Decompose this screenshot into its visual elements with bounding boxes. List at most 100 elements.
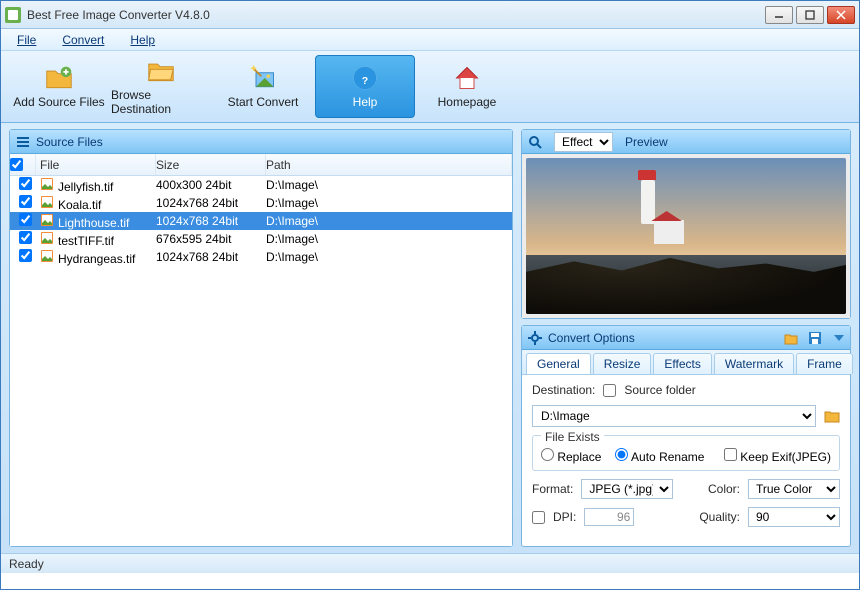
replace-radio[interactable] — [541, 448, 554, 461]
save-options-icon[interactable] — [808, 331, 822, 345]
file-name: Lighthouse.tif — [58, 216, 129, 230]
add-source-files-button[interactable]: Add Source Files — [9, 55, 109, 118]
format-label: Format: — [532, 482, 573, 496]
toolbar-label: Start Convert — [228, 95, 299, 109]
gear-icon — [528, 331, 542, 345]
magnifier-icon — [528, 135, 542, 149]
row-checkbox[interactable] — [19, 231, 32, 244]
file-name: Jellyfish.tif — [58, 180, 113, 194]
status-text: Ready — [9, 557, 44, 571]
preview-image — [522, 154, 850, 318]
keep-exif-checkbox[interactable] — [724, 448, 737, 461]
effect-select[interactable]: Effect — [554, 132, 613, 152]
menu-convert[interactable]: Convert — [52, 31, 114, 49]
replace-radio-label[interactable]: Replace — [541, 448, 601, 464]
table-row[interactable]: Jellyfish.tif 400x300 24bitD:\Image\ — [10, 176, 512, 194]
dpi-input[interactable] — [584, 508, 634, 526]
svg-text:?: ? — [362, 75, 368, 87]
list-icon — [16, 135, 30, 149]
menu-help[interactable]: Help — [120, 31, 165, 49]
auto-rename-radio-label[interactable]: Auto Rename — [615, 448, 704, 464]
file-name: Hydrangeas.tif — [58, 252, 135, 266]
file-exists-legend: File Exists — [541, 430, 604, 444]
color-label: Color: — [708, 482, 740, 496]
file-size: 400x300 24bit — [156, 178, 266, 192]
statusbar: Ready — [1, 553, 859, 573]
panel-title: Convert Options — [548, 331, 635, 345]
destination-label: Destination: — [532, 383, 595, 397]
table-row[interactable]: Lighthouse.tif 1024x768 24bitD:\Image\ — [10, 212, 512, 230]
maximize-button[interactable] — [796, 6, 824, 24]
wand-image-icon — [249, 64, 277, 92]
table-row[interactable]: testTIFF.tif676x595 24bitD:\Image\ — [10, 230, 512, 248]
col-size[interactable]: Size — [156, 154, 266, 175]
panel-title: Source Files — [36, 135, 103, 149]
tab-resize[interactable]: Resize — [593, 353, 652, 374]
menubar: File Convert Help — [1, 29, 859, 51]
dpi-checkbox[interactable] — [532, 511, 545, 524]
close-button[interactable] — [827, 6, 855, 24]
window-title: Best Free Image Converter V4.8.0 — [27, 8, 765, 22]
file-size: 1024x768 24bit — [156, 214, 266, 228]
file-size: 1024x768 24bit — [156, 250, 266, 264]
folder-plus-icon — [45, 64, 73, 92]
file-path: D:\Image\ — [266, 250, 512, 264]
file-path: D:\Image\ — [266, 214, 512, 228]
source-files-panel: Source Files File Size Path Jellyfish.ti… — [9, 129, 513, 547]
file-size: 1024x768 24bit — [156, 196, 266, 210]
toolbar: Add Source Files Browse Destination Star… — [1, 51, 859, 123]
homepage-button[interactable]: Homepage — [417, 55, 517, 118]
preview-label: Preview — [625, 135, 668, 149]
titlebar: Best Free Image Converter V4.8.0 — [1, 1, 859, 29]
toolbar-label: Browse Destination — [111, 88, 211, 116]
quality-select[interactable]: 90 — [748, 507, 840, 527]
quality-label: Quality: — [699, 510, 740, 524]
folder-open-icon — [147, 57, 175, 85]
file-path: D:\Image\ — [266, 232, 512, 246]
format-select[interactable]: JPEG (*.jpg) — [581, 479, 673, 499]
convert-options-panel: Convert Options General Resize Effects W… — [521, 325, 851, 547]
browse-folder-icon[interactable] — [824, 409, 840, 423]
file-path: D:\Image\ — [266, 178, 512, 192]
table-row[interactable]: Hydrangeas.tif 1024x768 24bitD:\Image\ — [10, 248, 512, 266]
image-file-icon — [40, 177, 54, 191]
start-convert-button[interactable]: Start Convert — [213, 55, 313, 118]
toolbar-label: Help — [353, 95, 378, 109]
image-file-icon — [40, 213, 54, 227]
row-checkbox[interactable] — [19, 177, 32, 190]
auto-rename-radio[interactable] — [615, 448, 628, 461]
tab-watermark[interactable]: Watermark — [714, 353, 794, 374]
file-name: testTIFF.tif — [58, 234, 114, 248]
image-file-icon — [40, 195, 54, 209]
toolbar-label: Homepage — [438, 95, 497, 109]
menu-file[interactable]: File — [7, 31, 46, 49]
options-dropdown-icon[interactable] — [834, 335, 844, 341]
image-file-icon — [40, 249, 54, 263]
minimize-button[interactable] — [765, 6, 793, 24]
help-icon: ? — [351, 64, 379, 92]
app-icon — [5, 7, 21, 23]
source-folder-label: Source folder — [624, 383, 695, 397]
source-folder-checkbox[interactable] — [603, 384, 616, 397]
col-file[interactable]: File — [36, 154, 156, 175]
row-checkbox[interactable] — [19, 195, 32, 208]
open-options-icon[interactable] — [784, 331, 798, 345]
preview-panel: Effect Preview — [521, 129, 851, 319]
help-button[interactable]: ? Help — [315, 55, 415, 118]
browse-destination-button[interactable]: Browse Destination — [111, 55, 211, 118]
dpi-label: DPI: — [553, 510, 576, 524]
keep-exif-label[interactable]: Keep Exif(JPEG) — [724, 448, 831, 464]
destination-input[interactable]: D:\Image — [532, 405, 816, 427]
table-row[interactable]: Koala.tif1024x768 24bitD:\Image\ — [10, 194, 512, 212]
file-name: Koala.tif — [58, 198, 101, 212]
col-path[interactable]: Path — [266, 154, 512, 175]
row-checkbox[interactable] — [19, 249, 32, 262]
file-list[interactable]: Jellyfish.tif400x300 24bitD:\Image\Koala… — [10, 176, 512, 546]
tab-frame[interactable]: Frame — [796, 353, 853, 374]
select-all-checkbox[interactable] — [10, 158, 23, 171]
color-select[interactable]: True Color — [748, 479, 840, 499]
home-icon — [453, 64, 481, 92]
tab-general[interactable]: General — [526, 353, 591, 374]
row-checkbox[interactable] — [19, 213, 32, 226]
tab-effects[interactable]: Effects — [653, 353, 711, 374]
